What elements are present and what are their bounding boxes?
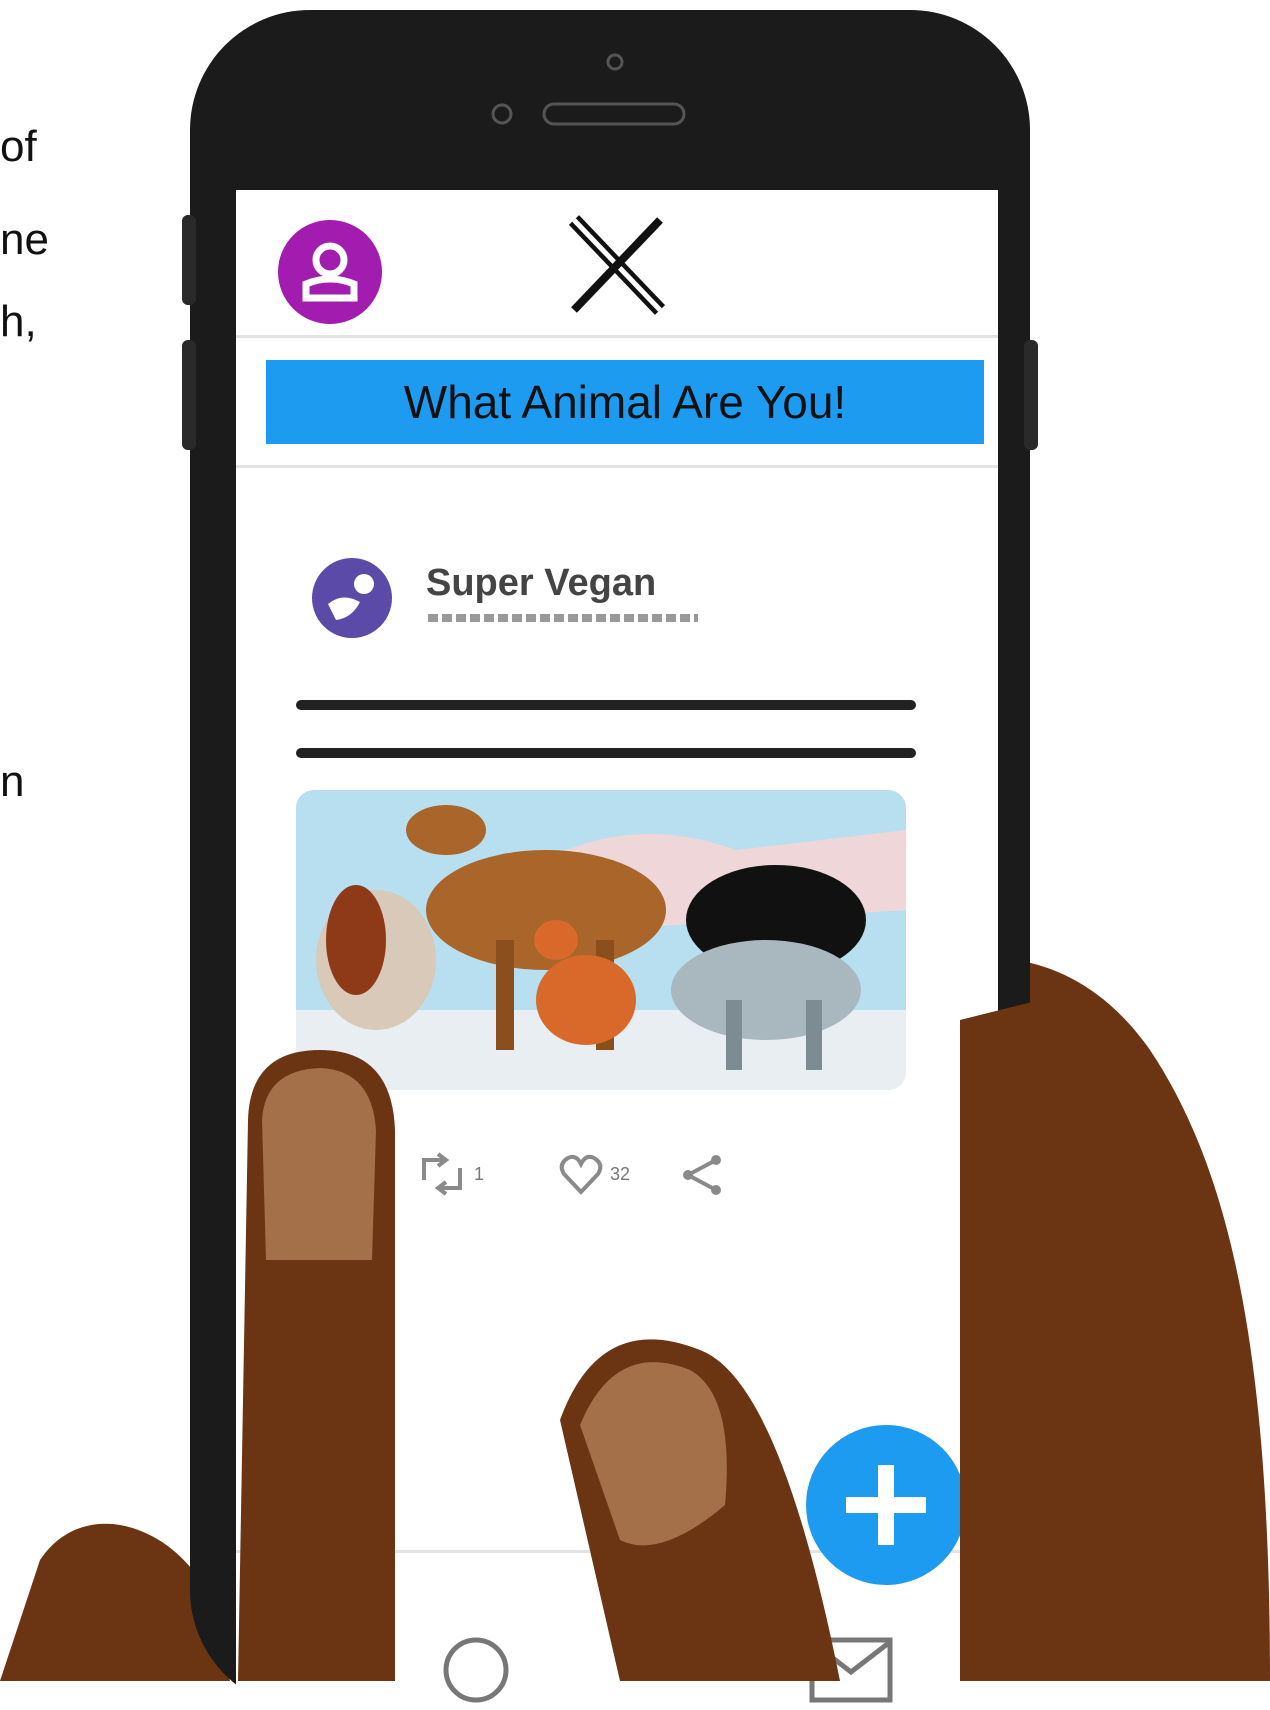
phone-illustration: What Animal Are You! Super Vegan 1 32 [0,0,1270,1710]
hand-fingers [238,1000,1130,1681]
